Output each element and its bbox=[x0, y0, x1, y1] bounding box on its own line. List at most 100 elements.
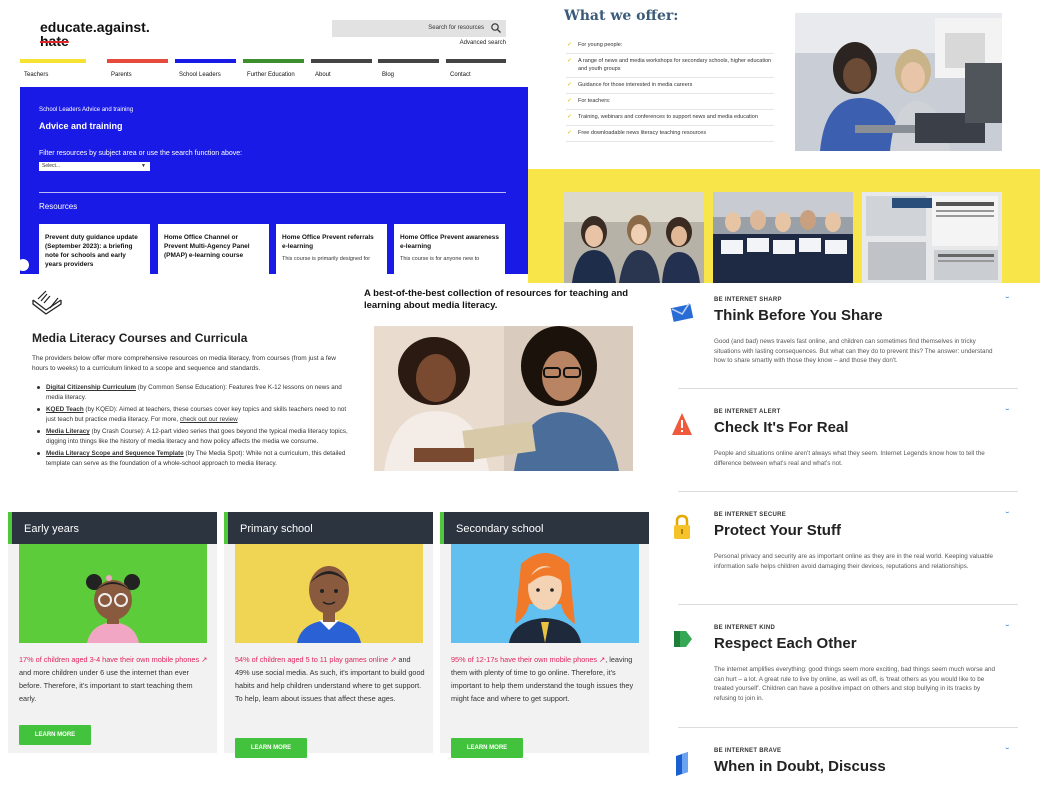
item-title: Check It's For Real bbox=[714, 419, 849, 436]
offer-item: Free downloadable news literacy teaching… bbox=[566, 126, 774, 142]
padlock-icon bbox=[674, 514, 690, 539]
item-eyebrow: BE INTERNET SHARP bbox=[714, 297, 782, 303]
select-value: Select... bbox=[42, 163, 61, 169]
item-title: Think Before You Share bbox=[714, 307, 883, 324]
resource-card-title: Home Office Channel or Prevent Multi-Age… bbox=[164, 234, 250, 259]
resource-card[interactable]: Home Office Prevent awareness e-learning… bbox=[394, 224, 505, 274]
card-heading: Secondary school bbox=[440, 512, 649, 544]
chevron-down-icon[interactable]: ˇ bbox=[1005, 747, 1009, 756]
chevron-down-icon[interactable]: ˇ bbox=[1005, 624, 1009, 633]
provider-link[interactable]: Digital Citizenship Curriculum bbox=[46, 384, 136, 391]
filter-instructions: Filter resources by subject area or use … bbox=[39, 150, 243, 157]
subject-select[interactable]: Select... ▼ bbox=[39, 162, 150, 171]
review-link[interactable]: check out our review bbox=[180, 416, 238, 423]
age-groups-panel: Early years 17% of children aged 3-4 hav… bbox=[8, 512, 650, 765]
divider bbox=[678, 388, 1018, 389]
learn-more-button[interactable]: LEARN MORE bbox=[19, 725, 91, 745]
section-heading: Media Literacy Courses and Curricula bbox=[32, 331, 248, 345]
offer-item: A range of news and media workshops for … bbox=[566, 54, 774, 78]
child-illustration bbox=[235, 544, 423, 643]
resource-card-title: Prevent duty guidance update (September … bbox=[45, 234, 138, 268]
statistic-link[interactable]: 95% of 12-17s have their own mobile phon… bbox=[451, 655, 597, 664]
resource-card[interactable]: Prevent duty guidance update (September … bbox=[39, 224, 150, 274]
advice-section: School Leaders Advice and training Advic… bbox=[20, 87, 528, 274]
card-text: 54% of children aged 5 to 11 play games … bbox=[235, 655, 425, 703]
offer-item: Guidance for those interested in media c… bbox=[566, 78, 774, 94]
search-icon[interactable] bbox=[490, 22, 502, 34]
item-title: When in Doubt, Discuss bbox=[714, 758, 886, 775]
card-heading: Primary school bbox=[224, 512, 433, 544]
resource-card-desc: This course is for anyone new to bbox=[400, 256, 480, 262]
logo-text-line1: educate.against. bbox=[40, 19, 150, 35]
page-title: Advice and training bbox=[39, 121, 123, 131]
offer-title: What we offer: bbox=[564, 8, 679, 24]
item-eyebrow: BE INTERNET SECURE bbox=[714, 512, 787, 518]
learn-more-button[interactable]: LEARN MORE bbox=[235, 738, 307, 758]
what-we-offer-panel: What we offer: For young people: A range… bbox=[528, 0, 1040, 283]
nav-parents[interactable]: Parents bbox=[107, 59, 168, 78]
divider bbox=[678, 727, 1018, 728]
nav-teachers[interactable]: Teachers bbox=[20, 59, 86, 78]
offer-item: For teachers: bbox=[566, 94, 774, 110]
provider-link[interactable]: Media Literacy Scope and Sequence Templa… bbox=[46, 450, 184, 457]
chevron-down-icon: ▼ bbox=[141, 163, 146, 169]
shield-icon bbox=[676, 752, 688, 776]
provider-link[interactable]: Media Literacy bbox=[46, 428, 90, 435]
provider-link[interactable]: KQED Teach bbox=[46, 406, 84, 413]
logo-text-line2: hate bbox=[40, 33, 69, 49]
photo-strip bbox=[528, 169, 1040, 283]
item-eyebrow: BE INTERNET KIND bbox=[714, 625, 776, 631]
advanced-search-link[interactable]: Advanced search bbox=[420, 40, 506, 46]
item-title: Protect Your Stuff bbox=[714, 522, 841, 539]
chevron-down-icon[interactable]: ˇ bbox=[1005, 296, 1009, 305]
card-heading: Early years bbox=[8, 512, 217, 544]
chevron-down-icon[interactable]: ˇ bbox=[1005, 511, 1009, 520]
primary-school-card: Primary school 54% of children aged 5 to… bbox=[224, 512, 433, 758]
resource-card[interactable]: Home Office Prevent referrals e-learning… bbox=[276, 224, 387, 274]
educate-against-hate-panel: educate.against. hate Search for resourc… bbox=[20, 0, 528, 274]
card-text: 17% of children aged 3-4 have their own … bbox=[19, 655, 208, 703]
early-years-card: Early years 17% of children aged 3-4 hav… bbox=[8, 512, 217, 753]
nav-blog[interactable]: Blog bbox=[378, 59, 439, 78]
main-nav: Teachers Parents School Leaders Further … bbox=[20, 59, 506, 78]
resource-card-title: Home Office Prevent referrals e-learning bbox=[282, 234, 374, 250]
resource-card[interactable]: Home Office Channel or Prevent Multi-Age… bbox=[158, 224, 269, 274]
breadcrumb[interactable]: School Leaders Advice and training bbox=[39, 107, 133, 113]
nav-further-education[interactable]: Further Education bbox=[243, 59, 304, 78]
envelope-icon bbox=[670, 302, 694, 322]
girls-with-tablet-photo bbox=[374, 326, 633, 471]
list-item: Media Literacy (by Crash Course): A 12-p… bbox=[32, 427, 352, 446]
internet-legends-panel: BE INTERNET SHARP Think Before You Share… bbox=[660, 283, 1048, 786]
nav-school-leaders[interactable]: School Leaders bbox=[175, 59, 236, 78]
card-text: 95% of 12-17s have their own mobile phon… bbox=[451, 655, 634, 703]
item-description: People and situations online aren't alwa… bbox=[714, 450, 985, 467]
statistic-link[interactable]: 17% of children aged 3-4 have their own … bbox=[19, 655, 199, 664]
site-logo[interactable]: educate.against. hate bbox=[40, 20, 150, 48]
newspaper-collage-photo bbox=[862, 192, 1002, 283]
media-literacy-panel: Media Literacy Courses and Curricula The… bbox=[20, 283, 652, 488]
learn-more-button[interactable]: LEARN MORE bbox=[451, 738, 523, 758]
item-title: Respect Each Other bbox=[714, 635, 857, 652]
external-link-icon: ↗ bbox=[199, 655, 208, 664]
nav-contact[interactable]: Contact bbox=[446, 59, 506, 78]
list-item: Media Literacy Scope and Sequence Templa… bbox=[32, 449, 352, 468]
item-description: The internet amplifies everything: good … bbox=[714, 666, 996, 702]
tagline: A best-of-the-best collection of resourc… bbox=[364, 288, 629, 311]
divider bbox=[39, 192, 506, 193]
item-description: Good (and bad) news travels fast online,… bbox=[714, 338, 993, 364]
list-item: KQED Teach (by KQED): Aimed at teachers,… bbox=[32, 405, 352, 424]
cookie-settings-icon[interactable] bbox=[20, 259, 29, 271]
section-intro: The providers below offer more comprehen… bbox=[32, 355, 336, 372]
toddler-illustration bbox=[19, 544, 207, 643]
search-input[interactable]: Search for resources bbox=[332, 20, 506, 37]
offer-list: For young people: A range of news and me… bbox=[566, 38, 774, 142]
resource-card-title: Home Office Prevent awareness e-learning bbox=[400, 234, 499, 250]
divider bbox=[678, 491, 1018, 492]
chevron-down-icon[interactable]: ˇ bbox=[1005, 408, 1009, 417]
nav-about[interactable]: About bbox=[311, 59, 372, 78]
statistic-link[interactable]: 54% of children aged 5 to 11 play games … bbox=[235, 655, 388, 664]
list-item: Digital Citizenship Curriculum (by Commo… bbox=[32, 383, 352, 402]
resource-card-desc: This course is primarily designed for bbox=[282, 256, 371, 262]
external-link-icon: ↗ bbox=[597, 655, 606, 664]
students-at-computer-photo bbox=[795, 13, 1002, 151]
